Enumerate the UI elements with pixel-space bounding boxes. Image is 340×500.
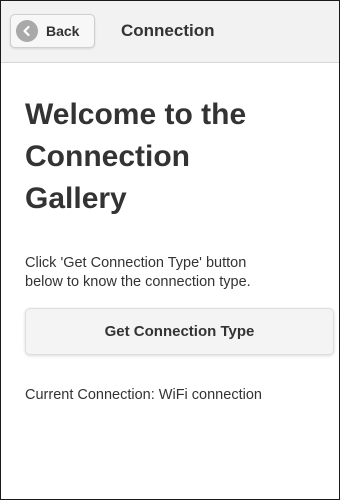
welcome-heading-line-1: Welcome to the [25, 98, 247, 131]
app-frame: Back Connection Welcome to the Connection… [0, 0, 340, 500]
welcome-heading-line-3: Gallery [25, 182, 127, 215]
page-title: Connection [121, 21, 215, 40]
back-arrow-icon [16, 20, 38, 42]
header-bar: Back Connection [1, 1, 339, 63]
instructions-text: Click 'Get Connection Type' button below … [25, 254, 325, 292]
back-button-label: Back [46, 23, 80, 39]
back-button[interactable]: Back [10, 14, 95, 48]
get-connection-type-button[interactable]: Get Connection Type [25, 308, 334, 355]
instructions-line-2: below to know the connection type. [25, 274, 251, 290]
current-connection-status: Current Connection: WiFi connection [25, 387, 262, 403]
welcome-heading: Welcome to the Connection Gallery [25, 94, 325, 220]
welcome-heading-line-2: Connection [25, 140, 190, 173]
instructions-line-1: Click 'Get Connection Type' button [25, 255, 247, 271]
